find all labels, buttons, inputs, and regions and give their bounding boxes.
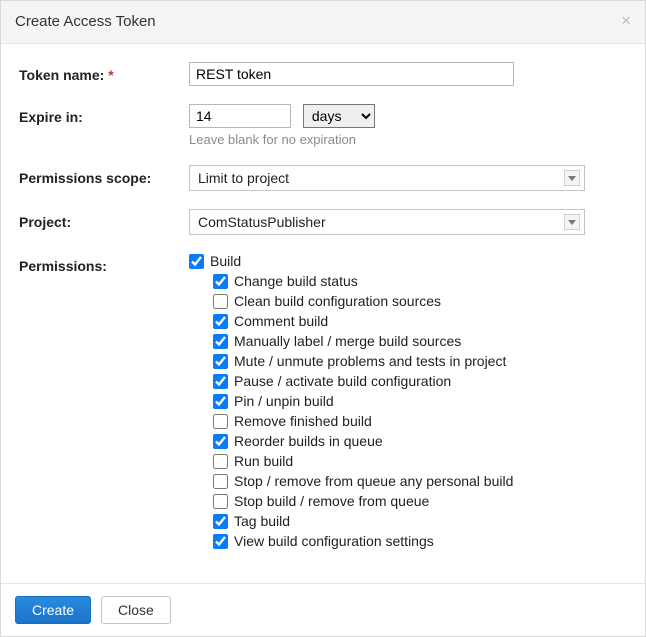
permission-item: Run build [213, 452, 621, 471]
permission-item: Reorder builds in queue [213, 432, 621, 451]
permission-item: Tag build [213, 512, 621, 531]
project-label: Project: [19, 209, 189, 230]
permission-label: Tag build [234, 512, 290, 531]
permission-label: Pause / activate build configuration [234, 372, 451, 391]
permission-item: Comment build [213, 312, 621, 331]
permissions-scope-select[interactable]: Limit to project [189, 165, 585, 191]
permission-group-build: Build [189, 253, 621, 269]
permissions-label: Permissions: [19, 253, 189, 274]
token-name-input[interactable] [189, 62, 514, 86]
permission-item: Manually label / merge build sources [213, 332, 621, 351]
permission-item: Mute / unmute problems and tests in proj… [213, 352, 621, 371]
permission-checkbox[interactable] [213, 454, 228, 469]
permission-label: Stop build / remove from queue [234, 492, 429, 511]
permission-label: View build configuration settings [234, 532, 434, 551]
required-marker: * [108, 67, 113, 83]
create-access-token-dialog: Create Access Token × Token name: * Expi… [0, 0, 646, 637]
permission-checkbox[interactable] [213, 514, 228, 529]
permission-label: Mute / unmute problems and tests in proj… [234, 352, 506, 371]
dialog-title: Create Access Token [15, 13, 156, 30]
expire-in-hint: Leave blank for no expiration [189, 132, 627, 147]
permission-item: View build configuration settings [213, 532, 621, 551]
permission-checkbox[interactable] [213, 274, 228, 289]
permission-item: Pin / unpin build [213, 392, 621, 411]
permission-checkbox[interactable] [213, 294, 228, 309]
project-select[interactable]: ComStatusPublisher [189, 209, 585, 235]
token-name-row: Token name: * [19, 62, 627, 86]
permissions-scope-label: Permissions scope: [19, 165, 189, 186]
expire-in-label: Expire in: [19, 104, 189, 125]
permission-label: Change build status [234, 272, 358, 291]
expire-in-row: Expire in: days Leave blank for no expir… [19, 104, 627, 147]
permission-checkbox[interactable] [213, 334, 228, 349]
permission-checkbox[interactable] [213, 374, 228, 389]
dialog-body: Token name: * Expire in: days Leave blan… [1, 44, 645, 583]
permission-item: Stop build / remove from queue [213, 492, 621, 511]
token-name-label-text: Token name: [19, 67, 104, 83]
token-name-label: Token name: * [19, 62, 189, 83]
expire-in-input[interactable] [189, 104, 291, 128]
permission-checkbox[interactable] [213, 494, 228, 509]
create-button[interactable]: Create [15, 596, 91, 624]
chevron-down-icon [564, 214, 580, 230]
permission-item: Stop / remove from queue any personal bu… [213, 472, 621, 491]
permission-label: Remove finished build [234, 412, 372, 431]
chevron-down-icon [564, 170, 580, 186]
dialog-footer: Create Close [1, 583, 645, 636]
dialog-header: Create Access Token × [1, 1, 645, 44]
project-row: Project: ComStatusPublisher [19, 209, 627, 235]
permissions-row: Permissions: Build Change build statusCle… [19, 253, 627, 555]
close-button[interactable]: Close [101, 596, 171, 624]
permission-label: Stop / remove from queue any personal bu… [234, 472, 513, 491]
permission-checkbox[interactable] [213, 534, 228, 549]
permission-checkbox[interactable] [213, 354, 228, 369]
permissions-scope-value: Limit to project [198, 170, 289, 186]
permissions-scope-row: Permissions scope: Limit to project [19, 165, 627, 191]
permission-group-checkbox[interactable] [189, 254, 204, 269]
permission-checkbox[interactable] [213, 394, 228, 409]
close-icon[interactable]: × [621, 11, 631, 31]
permission-label: Manually label / merge build sources [234, 332, 461, 351]
permission-item: Change build status [213, 272, 621, 291]
permission-checkbox[interactable] [213, 474, 228, 489]
permission-checkbox[interactable] [213, 314, 228, 329]
permission-group-label: Build [210, 253, 241, 269]
permission-item: Pause / activate build configuration [213, 372, 621, 391]
permission-item: Remove finished build [213, 412, 621, 431]
permission-checkbox[interactable] [213, 414, 228, 429]
permission-label: Clean build configuration sources [234, 292, 441, 311]
permission-label: Pin / unpin build [234, 392, 334, 411]
permission-label: Comment build [234, 312, 328, 331]
expire-in-unit-select[interactable]: days [303, 104, 375, 128]
permission-label: Run build [234, 452, 293, 471]
project-value: ComStatusPublisher [198, 214, 326, 230]
permission-checkbox[interactable] [213, 434, 228, 449]
permission-item: Clean build configuration sources [213, 292, 621, 311]
permission-label: Reorder builds in queue [234, 432, 383, 451]
permissions-list[interactable]: Build Change build statusClean build conf… [189, 253, 627, 555]
